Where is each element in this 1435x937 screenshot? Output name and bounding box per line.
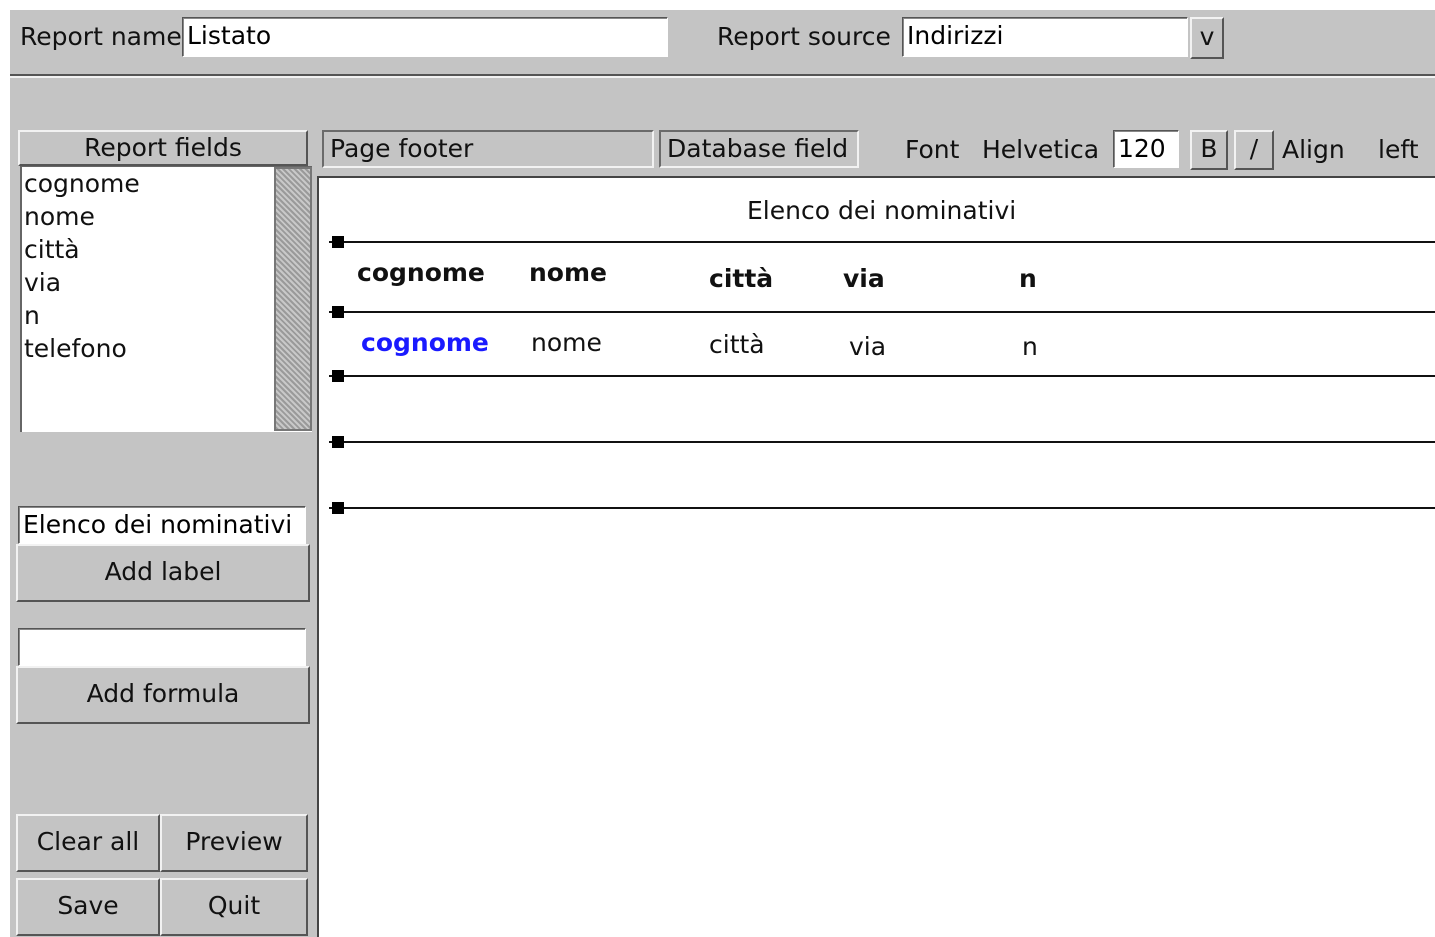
list-item[interactable]: cognome xyxy=(24,169,274,202)
section-divider xyxy=(329,311,1435,313)
section-divider xyxy=(329,241,1435,243)
section-divider xyxy=(329,375,1435,377)
bold-button[interactable]: B xyxy=(1190,130,1228,170)
section-handle-icon[interactable] xyxy=(332,502,344,514)
column-header-n[interactable]: n xyxy=(1019,266,1037,291)
align-value[interactable]: left xyxy=(1378,137,1419,162)
add-formula-button[interactable]: Add formula xyxy=(16,666,310,724)
report-title-label[interactable]: Elenco dei nominativi xyxy=(747,198,1016,223)
quit-button[interactable]: Quit xyxy=(160,878,308,936)
section-handle-icon[interactable] xyxy=(332,236,344,248)
formula-input[interactable] xyxy=(18,628,306,666)
font-size-input[interactable]: 120 xyxy=(1113,130,1179,168)
report-source-label: Report source xyxy=(717,22,891,51)
fields-list-scrollbar[interactable] xyxy=(274,167,312,431)
field-citta[interactable]: città xyxy=(709,332,765,357)
list-item[interactable]: n xyxy=(24,301,274,334)
label-text-input[interactable]: Elenco dei nominativi xyxy=(18,506,306,544)
column-header-via[interactable]: via xyxy=(843,266,885,291)
report-fields-header: Report fields xyxy=(18,130,308,166)
column-header-citta[interactable]: città xyxy=(709,266,773,291)
field-via[interactable]: via xyxy=(849,334,886,359)
report-designer-window: Report name Listato Report source Indiri… xyxy=(10,10,1435,937)
report-fields-list[interactable]: cognome nome città via n telefono xyxy=(20,166,312,432)
section-handle-icon[interactable] xyxy=(332,436,344,448)
report-source-dropdown-button[interactable]: v xyxy=(1190,17,1224,59)
preview-button[interactable]: Preview xyxy=(160,814,308,872)
field-cognome-selected[interactable]: cognome xyxy=(361,330,489,355)
top-separator-highlight xyxy=(10,76,1435,78)
report-source-input[interactable]: Indirizzi xyxy=(902,17,1188,57)
report-canvas[interactable]: Elenco dei nominativi cognome nome città… xyxy=(317,176,1435,937)
report-name-input[interactable]: Listato xyxy=(182,17,668,57)
section-selector[interactable]: Page footer xyxy=(322,130,654,168)
column-header-nome[interactable]: nome xyxy=(529,260,607,285)
report-name-label: Report name xyxy=(20,22,182,51)
italic-button[interactable]: / xyxy=(1234,130,1274,170)
column-header-cognome[interactable]: cognome xyxy=(357,260,485,285)
font-name[interactable]: Helvetica xyxy=(982,137,1099,162)
chevron-down-icon: v xyxy=(1199,22,1215,51)
add-label-button[interactable]: Add label xyxy=(16,544,310,602)
section-handle-icon[interactable] xyxy=(332,306,344,318)
field-nome[interactable]: nome xyxy=(531,330,602,355)
section-handle-icon[interactable] xyxy=(332,370,344,382)
section-divider xyxy=(329,441,1435,443)
field-n[interactable]: n xyxy=(1022,334,1038,359)
field-type-selector[interactable]: Database field xyxy=(659,130,859,168)
fields-list-items: cognome nome città via n telefono xyxy=(24,169,274,367)
list-item[interactable]: via xyxy=(24,268,274,301)
list-item[interactable]: città xyxy=(24,235,274,268)
font-label: Font xyxy=(905,135,960,164)
list-item[interactable]: nome xyxy=(24,202,274,235)
section-divider xyxy=(329,507,1435,509)
list-item[interactable]: telefono xyxy=(24,334,274,367)
align-label: Align xyxy=(1282,135,1345,164)
clear-all-button[interactable]: Clear all xyxy=(16,814,160,872)
save-button[interactable]: Save xyxy=(16,878,160,936)
